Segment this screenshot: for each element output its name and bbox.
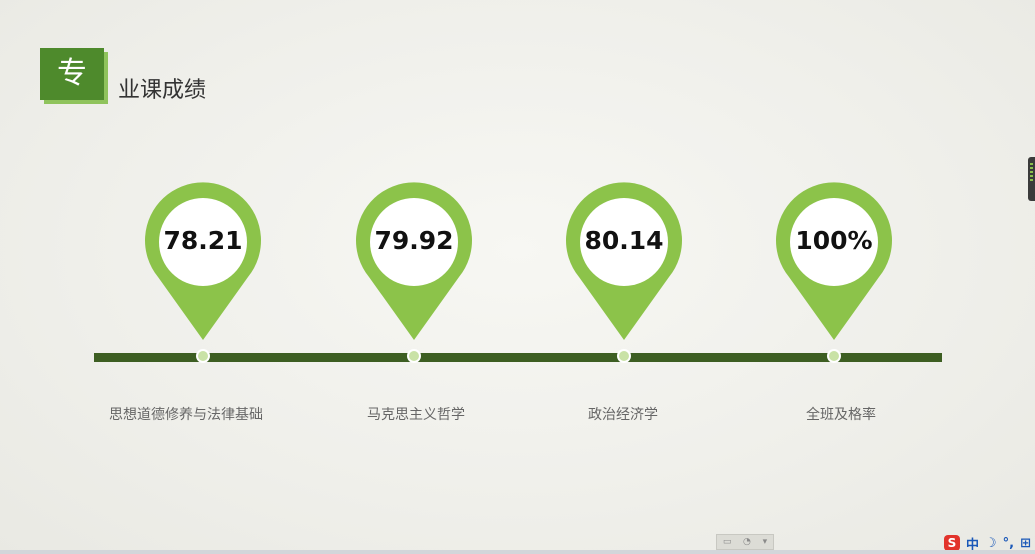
stat-label: 全班及格率: [806, 407, 876, 423]
timeline-node: [196, 349, 210, 363]
stat-label: 政治经济学: [588, 407, 658, 423]
stat-pin-2: 79.92: [355, 182, 473, 342]
stat-value: 100%: [795, 226, 873, 255]
page-title: 业课成绩: [118, 78, 207, 103]
stat-label: 思想道德修养与法律基础: [109, 407, 263, 423]
small-icon-3[interactable]: ▾: [763, 537, 768, 547]
location-pin-icon: [776, 182, 892, 340]
stat-value: 78.21: [163, 226, 243, 255]
timeline-node: [827, 349, 841, 363]
taskbar-edge: [0, 550, 1035, 554]
stat-value: 79.92: [374, 226, 454, 255]
title-badge: 专: [40, 48, 104, 100]
slide-mini-toolbar[interactable]: ▭ ◔ ▾: [716, 534, 774, 550]
location-pin-icon: [566, 182, 682, 340]
stat-value: 80.14: [584, 226, 664, 255]
location-pin-icon: [356, 182, 472, 340]
stat-pin-3: 80.14: [565, 182, 683, 342]
stat-label: 马克思主义哲学: [367, 407, 465, 423]
half-full-width-icon[interactable]: ☽: [985, 536, 997, 551]
small-icon-2[interactable]: ◔: [743, 537, 751, 547]
title-badge-char: 专: [57, 56, 87, 91]
small-icon-1[interactable]: ▭: [723, 537, 732, 547]
soft-keyboard-icon[interactable]: ⊞: [1020, 536, 1031, 551]
timeline-node: [617, 349, 631, 363]
sogou-logo-icon[interactable]: S: [944, 535, 960, 551]
side-panel-handle[interactable]: [1028, 157, 1035, 201]
stat-pin-1: 78.21: [144, 182, 262, 342]
stat-pin-4: 100%: [775, 182, 893, 342]
location-pin-icon: [145, 182, 261, 340]
timeline-node: [407, 349, 421, 363]
punctuation-toggle-icon[interactable]: °,: [1003, 536, 1014, 551]
timeline-bar: [94, 353, 942, 362]
